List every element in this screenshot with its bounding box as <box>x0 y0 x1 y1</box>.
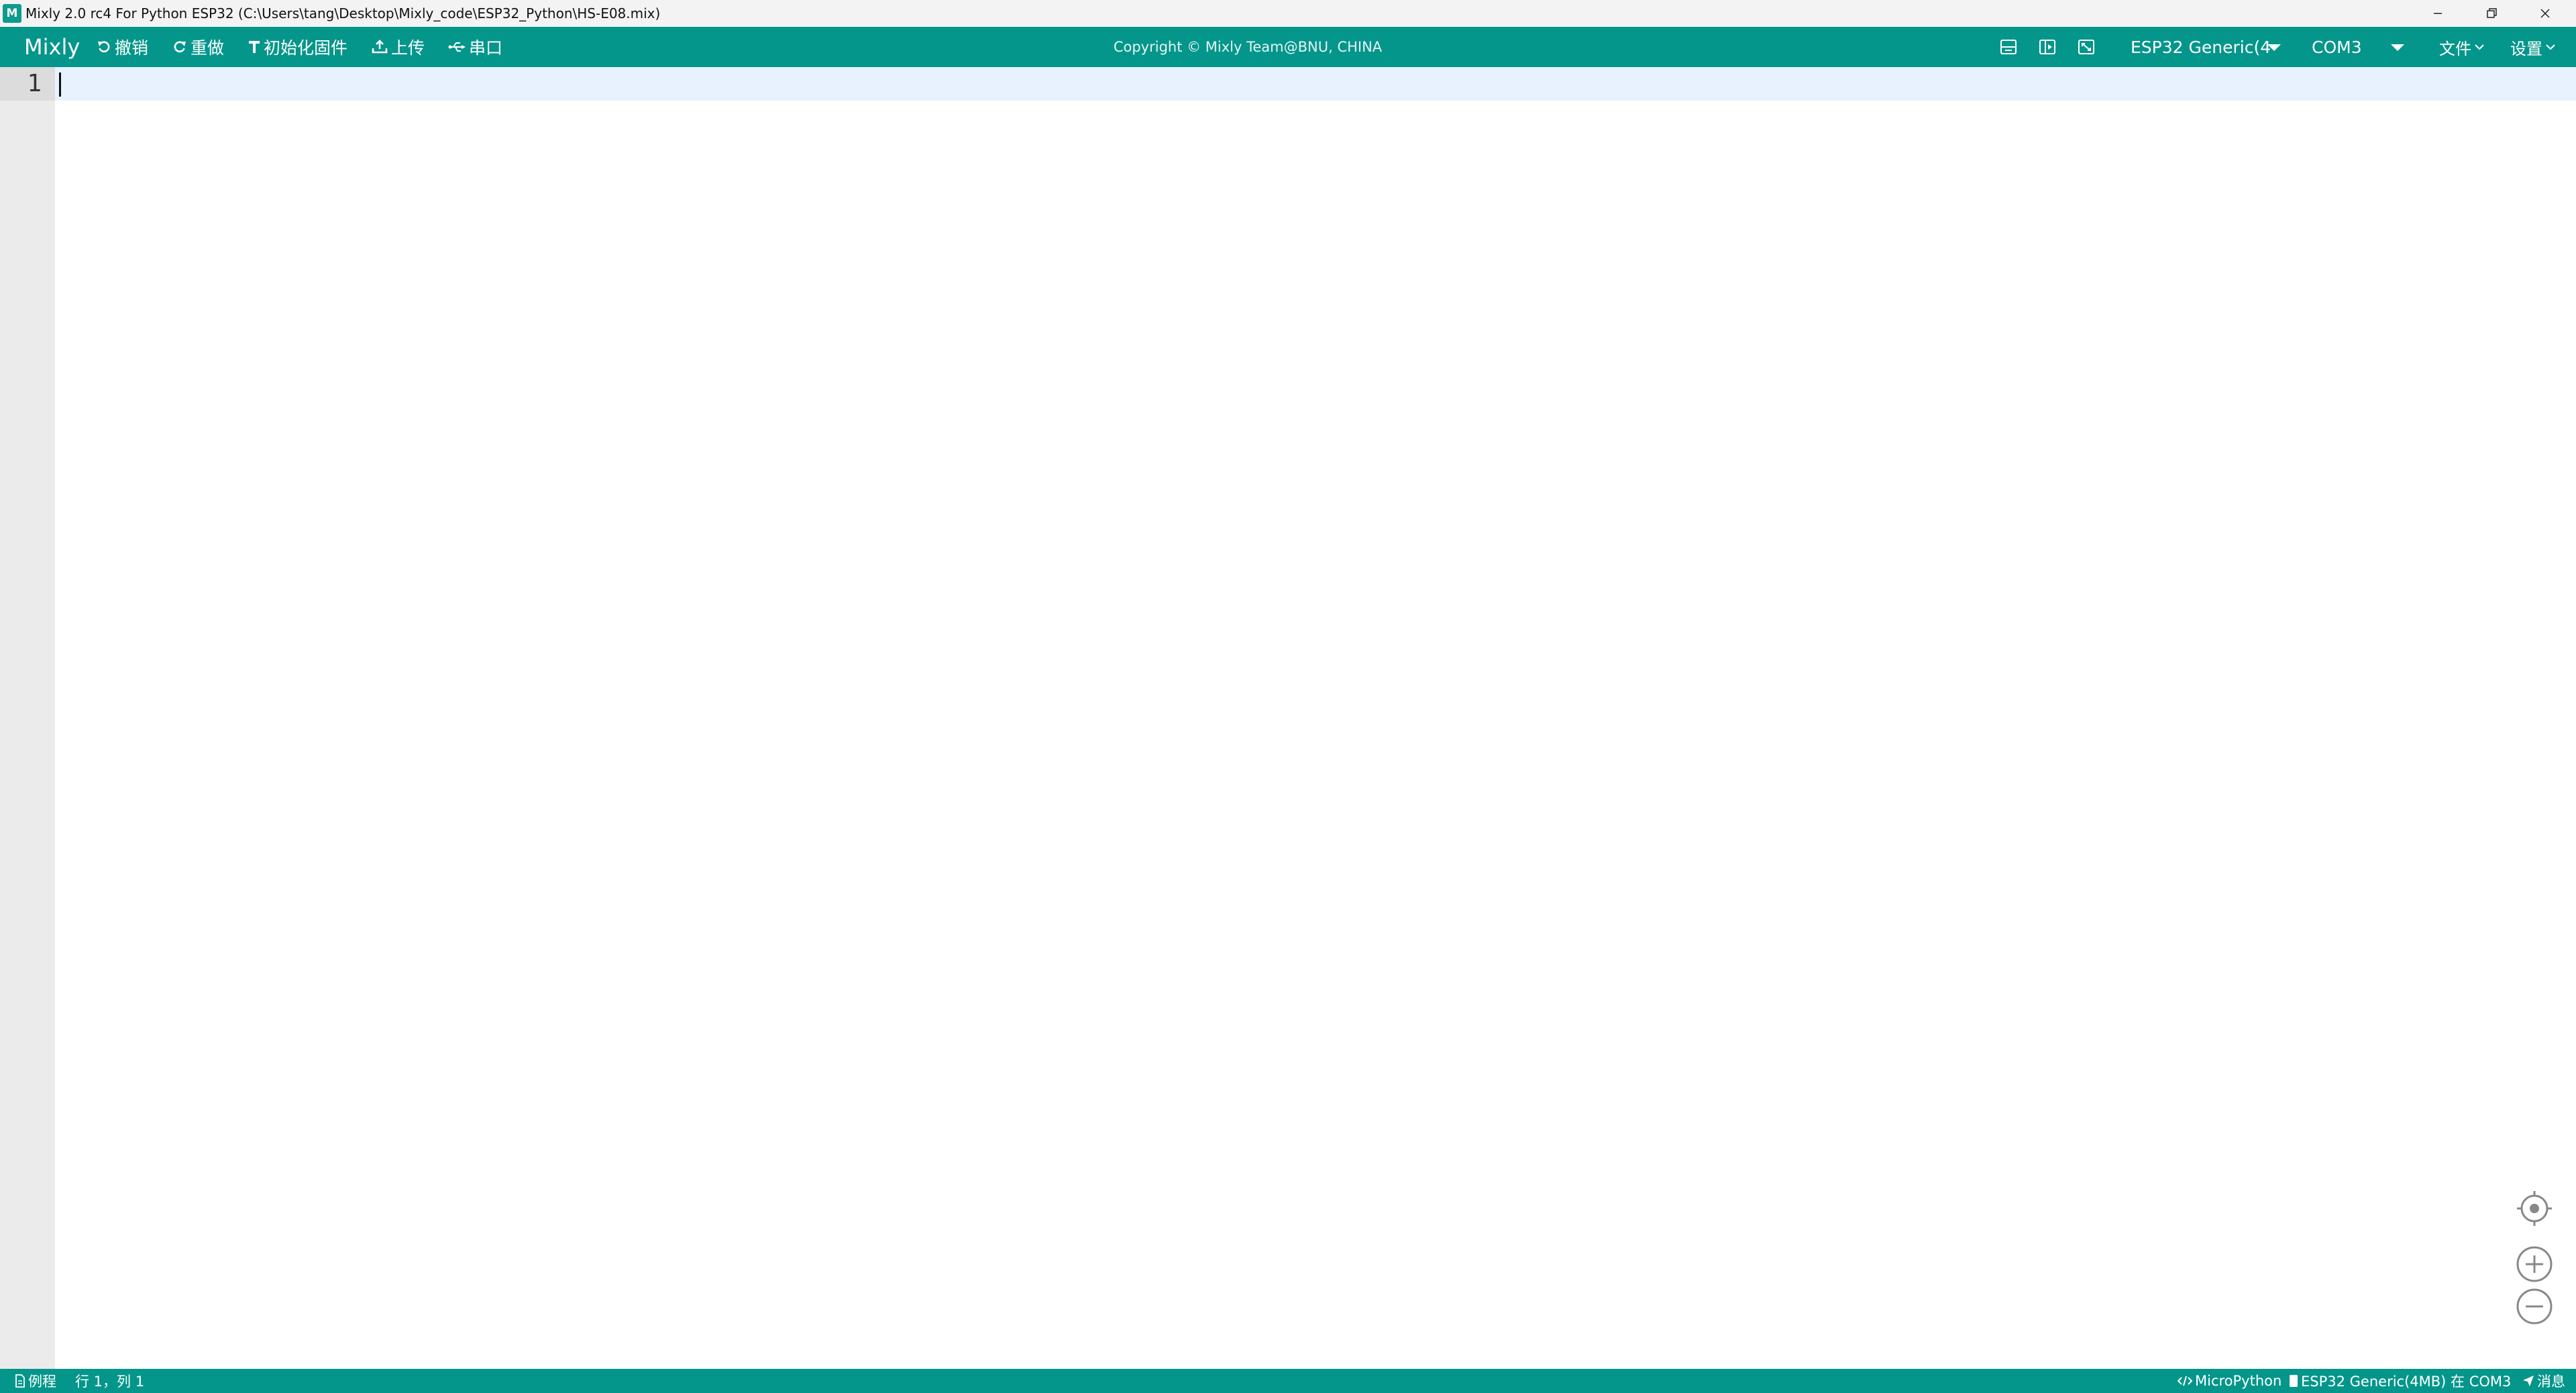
target-icon <box>2517 1191 2552 1226</box>
upload-icon <box>372 40 388 54</box>
language-label: MicroPython <box>2195 1373 2282 1389</box>
split-view-button[interactable] <box>2037 36 2058 58</box>
board-info-indicator[interactable]: ESP32 Generic(4MB) 在 COM3 <box>2289 1369 2511 1393</box>
cursor-position: 行 1，列 1 <box>75 1369 144 1393</box>
board-info-label: ESP32 Generic(4MB) 在 COM3 <box>2301 1374 2512 1390</box>
line-number: 1 <box>27 70 42 97</box>
line-number-gutter <box>0 67 55 1369</box>
board-select-value: ESP32 Generic(4 <box>2131 37 2271 57</box>
code-editor[interactable]: 1 <box>0 67 2576 1369</box>
restore-icon <box>2487 8 2497 18</box>
close-icon <box>2540 9 2550 18</box>
zoom-out-button[interactable] <box>2516 1288 2553 1325</box>
zoom-in-icon <box>2516 1246 2553 1282</box>
title-bar: M Mixly 2.0 rc4 For Python ESP32 (C:\Use… <box>0 0 2576 27</box>
code-icon <box>2178 1376 2192 1386</box>
chip-icon <box>2290 1375 2298 1387</box>
active-line-highlight[interactable] <box>55 67 2576 101</box>
upload-button[interactable]: 上传 <box>372 27 425 67</box>
init-firmware-label: 初始化固件 <box>264 38 348 58</box>
fullscreen-button[interactable] <box>2076 36 2097 58</box>
copyright-text: Copyright © Mixly Team@BNU, CHINA <box>1113 39 1383 55</box>
cursor-position-text: 行 1，列 1 <box>75 1374 145 1390</box>
chevron-down-icon <box>2475 44 2484 50</box>
mixly-app-icon: M <box>3 4 21 23</box>
window-title: Mixly 2.0 rc4 For Python ESP32 (C:\Users… <box>25 5 661 21</box>
upload-label: 上传 <box>391 38 425 58</box>
settings-menu[interactable]: 设置 <box>2510 27 2556 67</box>
messages-button[interactable]: 消息 <box>2522 1369 2565 1393</box>
serial-button[interactable]: 串口 <box>448 27 502 67</box>
file-menu-label: 文件 <box>2439 39 2471 58</box>
status-bar: 例程 行 1，列 1 MicroPython ESP32 Generic(4MB… <box>0 1369 2576 1393</box>
messages-label: 消息 <box>2537 1374 2565 1390</box>
minimize-icon <box>2434 13 2442 14</box>
port-dropdown-icon[interactable] <box>2391 44 2404 51</box>
undo-button[interactable]: 撤销 <box>97 27 148 67</box>
board-select[interactable]: ESP32 Generic(4 <box>2131 27 2271 67</box>
port-select[interactable]: COM3 <box>2312 27 2362 67</box>
chevron-down-icon <box>2546 44 2555 50</box>
main-toolbar: Mixly 撤销 重做 初始化固件 上传 串口 Copyright © Mixl… <box>0 27 2576 67</box>
init-firmware-button[interactable]: 初始化固件 <box>248 27 347 67</box>
code-view-button[interactable] <box>1998 36 2019 58</box>
zoom-out-icon <box>2516 1288 2553 1325</box>
examples-button[interactable]: 例程 <box>15 1369 56 1393</box>
restore-button[interactable] <box>2465 0 2518 27</box>
examples-label: 例程 <box>28 1374 56 1390</box>
text-cursor <box>59 72 61 97</box>
text-t-icon <box>249 41 260 53</box>
board-dropdown-icon[interactable] <box>2267 44 2281 51</box>
usb-icon <box>448 42 466 52</box>
language-indicator[interactable]: MicroPython <box>2178 1369 2282 1393</box>
code-view-icon <box>2000 40 2017 54</box>
file-menu[interactable]: 文件 <box>2439 27 2485 67</box>
undo-label: 撤销 <box>115 38 149 58</box>
close-button[interactable] <box>2518 0 2572 27</box>
redo-icon <box>174 41 186 53</box>
fullscreen-icon <box>2078 40 2094 54</box>
send-icon <box>2523 1376 2534 1386</box>
split-view-icon <box>2039 40 2055 54</box>
settings-menu-label: 设置 <box>2510 39 2542 58</box>
port-select-value: COM3 <box>2312 37 2362 57</box>
serial-label: 串口 <box>469 38 503 58</box>
redo-button[interactable]: 重做 <box>172 27 224 67</box>
zoom-in-button[interactable] <box>2516 1245 2553 1283</box>
document-icon <box>15 1374 25 1388</box>
brand-logo: Mixly <box>24 34 80 60</box>
undo-icon <box>98 41 110 53</box>
minimize-button[interactable] <box>2411 0 2465 27</box>
redo-label: 重做 <box>191 38 225 58</box>
recenter-button[interactable] <box>2516 1190 2553 1227</box>
